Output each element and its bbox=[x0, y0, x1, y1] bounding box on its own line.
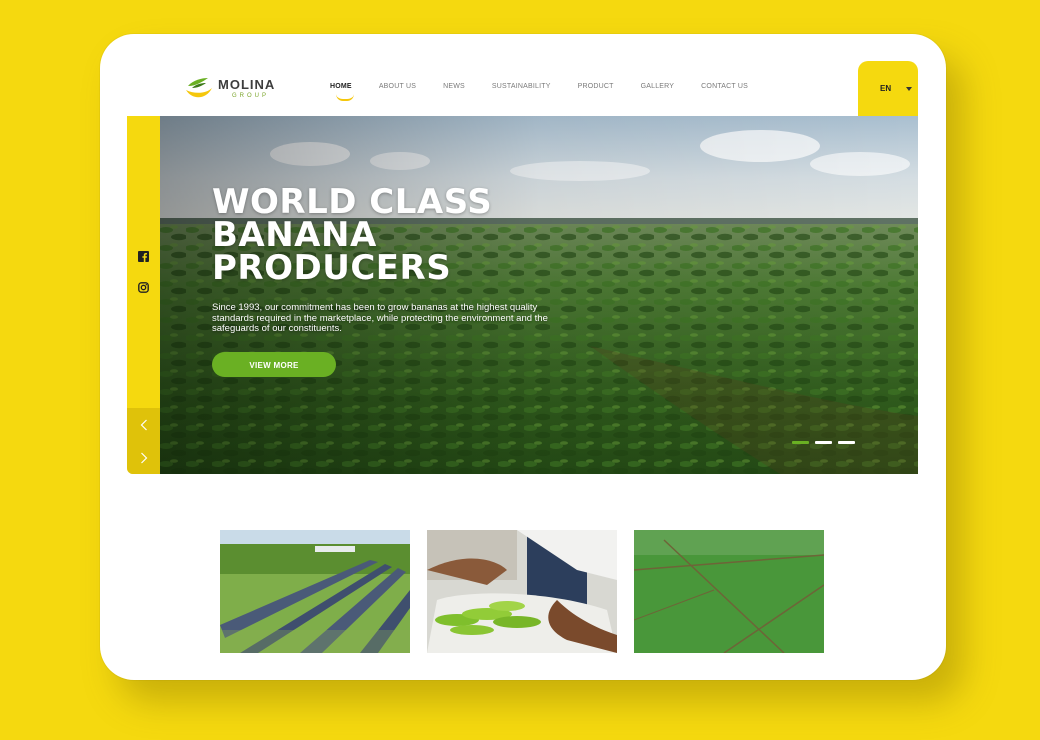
language-label: EN bbox=[880, 84, 892, 93]
brand-subtitle: GROUP bbox=[232, 92, 270, 99]
nav-news[interactable]: NEWS bbox=[443, 83, 465, 90]
hero-title-line-3: PRODUCERS bbox=[212, 248, 452, 288]
social-sidebar bbox=[127, 116, 160, 474]
slide-indicators bbox=[792, 441, 861, 444]
banana-logo-icon bbox=[186, 78, 212, 98]
slide-dot-3[interactable] bbox=[838, 441, 855, 444]
main-nav: HOME ABOUT US NEWS SUSTAINABILITY PRODUC… bbox=[330, 83, 775, 101]
thumbnail-packing-bananas[interactable] bbox=[427, 530, 617, 653]
next-slide-button[interactable] bbox=[127, 441, 160, 474]
hero-slider: WORLD CLASS BANANA PRODUCERS Since 1993,… bbox=[160, 116, 918, 474]
chevron-right-icon bbox=[140, 452, 147, 463]
site-header: MOLINA GROUP HOME ABOUT US NEWS SUSTAINA… bbox=[100, 34, 946, 116]
prev-slide-button[interactable] bbox=[127, 408, 160, 441]
language-selector[interactable]: EN bbox=[858, 61, 918, 116]
hero-description: Since 1993, our commitment has been to g… bbox=[212, 302, 548, 334]
logo[interactable]: MOLINA GROUP bbox=[184, 74, 275, 102]
aerial-plantation-photo bbox=[634, 530, 824, 653]
chevron-left-icon bbox=[140, 419, 147, 430]
caret-down-icon bbox=[906, 87, 912, 91]
nav-sustainability[interactable]: SUSTAINABILITY bbox=[492, 83, 551, 90]
solar-panels-photo bbox=[220, 530, 410, 653]
nav-product[interactable]: PRODUCT bbox=[578, 83, 614, 90]
tablet-frame: MOLINA GROUP HOME ABOUT US NEWS SUSTAINA… bbox=[100, 34, 946, 680]
slide-dot-2[interactable] bbox=[815, 441, 832, 444]
nav-home[interactable]: HOME bbox=[330, 83, 354, 101]
brand-name: MOLINA bbox=[218, 76, 276, 92]
nav-contact-us[interactable]: CONTACT US bbox=[701, 83, 748, 90]
thumbnail-aerial-plots[interactable] bbox=[634, 530, 824, 653]
view-more-button[interactable]: VIEW MORE bbox=[212, 352, 336, 377]
thumbnail-solar-panels[interactable] bbox=[220, 530, 410, 653]
slider-arrows bbox=[127, 408, 160, 474]
plantation-photo bbox=[160, 116, 918, 474]
nav-gallery[interactable]: GALLERY bbox=[641, 83, 675, 90]
instagram-icon[interactable] bbox=[138, 282, 149, 293]
nav-about-us[interactable]: ABOUT US bbox=[379, 83, 416, 90]
packing-bananas-photo bbox=[427, 530, 617, 653]
hero-title: WORLD CLASS BANANA PRODUCERS bbox=[212, 185, 492, 288]
facebook-icon[interactable] bbox=[138, 251, 149, 262]
slide-dot-1[interactable] bbox=[792, 441, 809, 444]
